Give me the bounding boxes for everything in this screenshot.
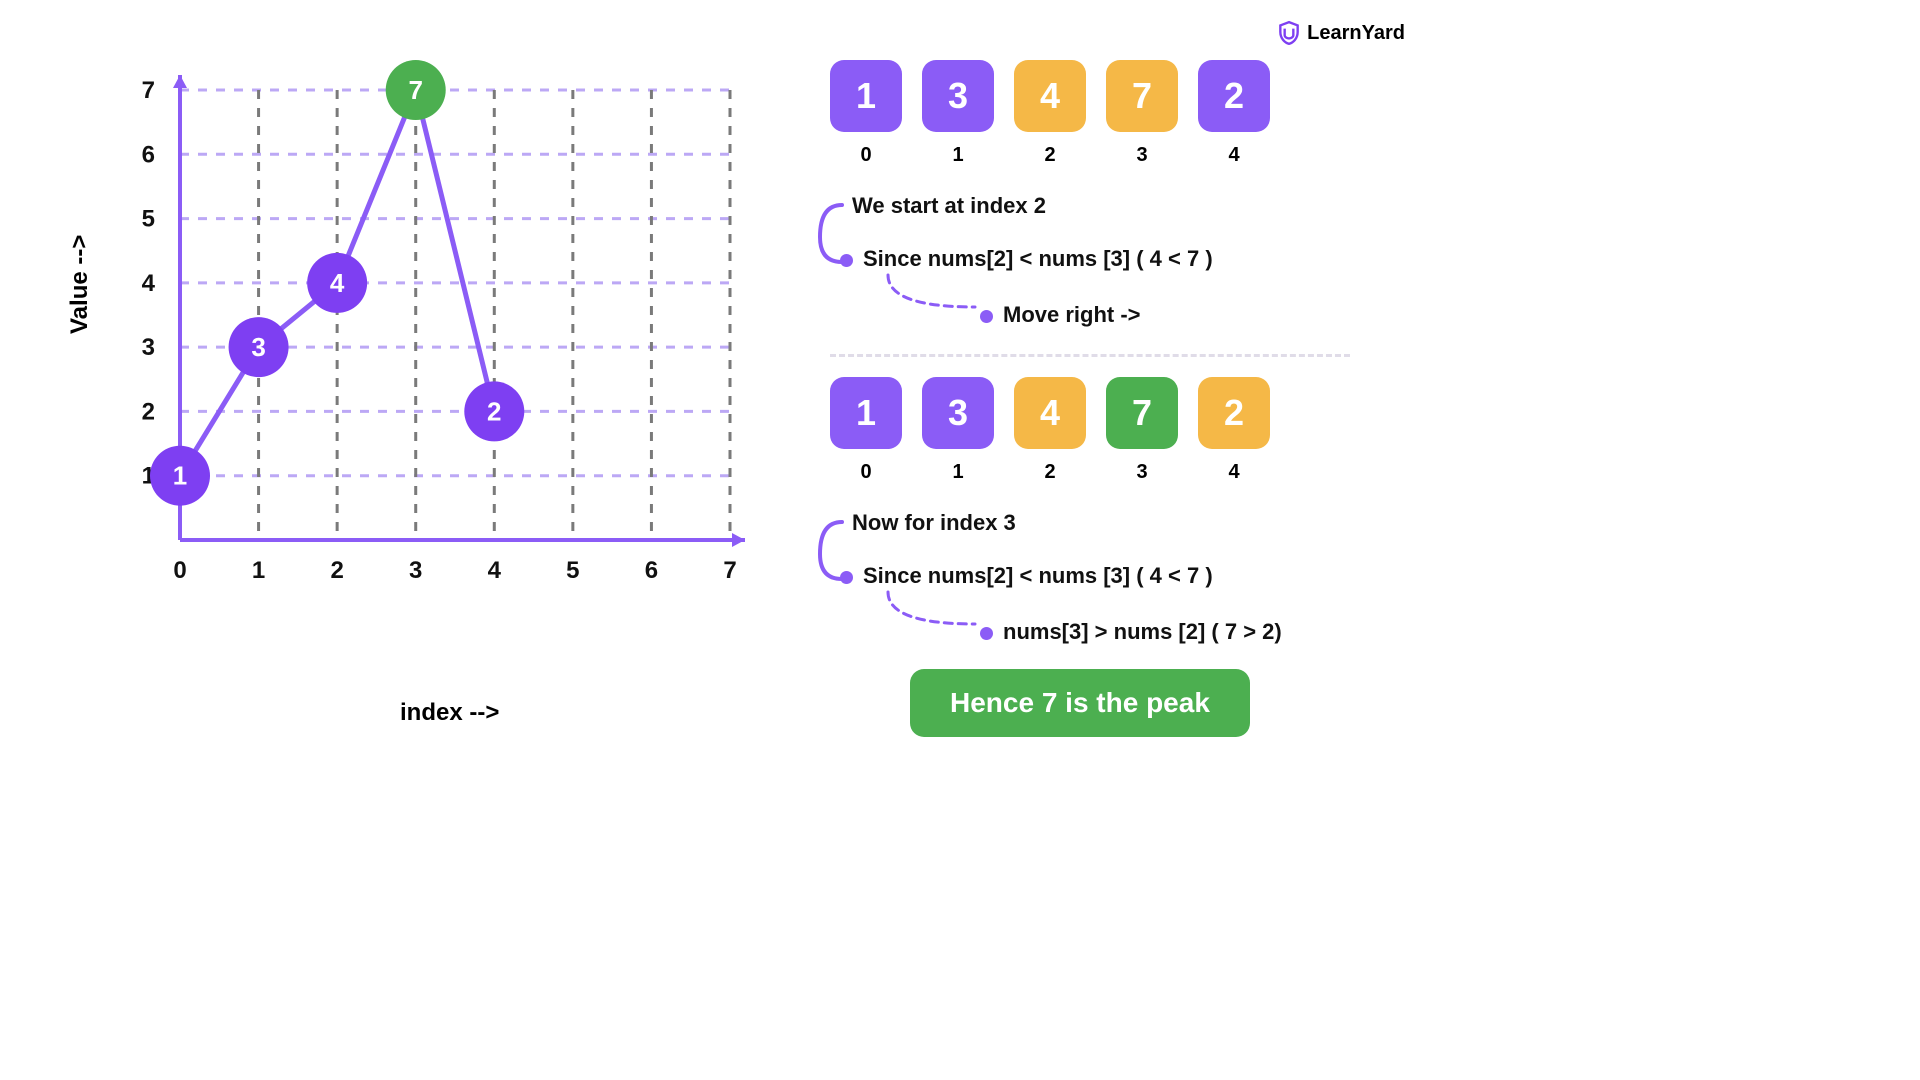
- value-index-chart: 12345670123456713472: [40, 60, 760, 640]
- step1-line1: We start at index 2: [852, 187, 1380, 225]
- array-cell: 7: [1106, 60, 1178, 132]
- step2-explain: Now for index 3 Since nums[2] < nums [3]…: [810, 504, 1380, 651]
- svg-text:7: 7: [142, 77, 155, 104]
- array-indices-1: 01234: [830, 144, 1380, 167]
- step-divider: [830, 354, 1350, 357]
- conclusion-badge: Hence 7 is the peak: [910, 669, 1250, 737]
- explanation-panel: 13472 01234 We start at index 2 Since nu…: [800, 60, 1400, 737]
- array-cell: 1: [830, 377, 902, 449]
- index-label: 4: [1198, 461, 1270, 484]
- array-cell: 7: [1106, 377, 1178, 449]
- svg-text:1: 1: [173, 461, 187, 491]
- array-cell: 2: [1198, 377, 1270, 449]
- svg-text:3: 3: [251, 332, 265, 362]
- svg-text:7: 7: [408, 75, 422, 105]
- step1-line3: Move right ->: [980, 296, 1380, 334]
- dashed-arrow-icon: [880, 584, 990, 634]
- y-axis-label: Value -->: [66, 235, 94, 334]
- svg-text:6: 6: [645, 557, 658, 584]
- svg-text:4: 4: [142, 270, 156, 297]
- svg-text:4: 4: [330, 268, 345, 298]
- array-step-1: 13472: [830, 60, 1380, 132]
- svg-text:5: 5: [142, 206, 155, 233]
- index-label: 2: [1014, 461, 1086, 484]
- dashed-arrow-icon: [880, 267, 990, 317]
- x-axis-label: index -->: [400, 699, 499, 727]
- array-step-2: 13472: [830, 377, 1380, 449]
- svg-text:5: 5: [566, 557, 579, 584]
- index-label: 0: [830, 144, 902, 167]
- array-cell: 1: [830, 60, 902, 132]
- svg-text:2: 2: [142, 398, 155, 425]
- svg-text:3: 3: [409, 557, 422, 584]
- index-label: 1: [922, 144, 994, 167]
- index-label: 1: [922, 461, 994, 484]
- array-cell: 3: [922, 60, 994, 132]
- svg-text:2: 2: [330, 557, 343, 584]
- step2-line1: Now for index 3: [852, 504, 1380, 542]
- index-label: 2: [1014, 144, 1086, 167]
- svg-text:7: 7: [723, 557, 736, 584]
- array-cell: 4: [1014, 60, 1086, 132]
- svg-text:2: 2: [487, 396, 501, 426]
- index-label: 4: [1198, 144, 1270, 167]
- svg-text:1: 1: [252, 557, 265, 584]
- svg-text:3: 3: [142, 334, 155, 361]
- array-cell: 3: [922, 377, 994, 449]
- chart-panel: 12345670123456713472 Value --> index -->: [40, 60, 760, 737]
- index-label: 3: [1106, 461, 1178, 484]
- step1-explain: We start at index 2 Since nums[2] < nums…: [810, 187, 1380, 334]
- brand-logo: LearnYard: [1276, 20, 1405, 46]
- array-cell: 2: [1198, 60, 1270, 132]
- brand-name: LearnYard: [1307, 22, 1405, 45]
- svg-text:6: 6: [142, 141, 155, 168]
- index-label: 3: [1106, 144, 1178, 167]
- array-cell: 4: [1014, 377, 1086, 449]
- svg-text:4: 4: [488, 557, 502, 584]
- brand-shield-icon: [1276, 20, 1302, 46]
- index-label: 0: [830, 461, 902, 484]
- step2-line3: nums[3] > nums [2] ( 7 > 2): [980, 613, 1380, 651]
- svg-text:0: 0: [173, 557, 186, 584]
- array-indices-2: 01234: [830, 461, 1380, 484]
